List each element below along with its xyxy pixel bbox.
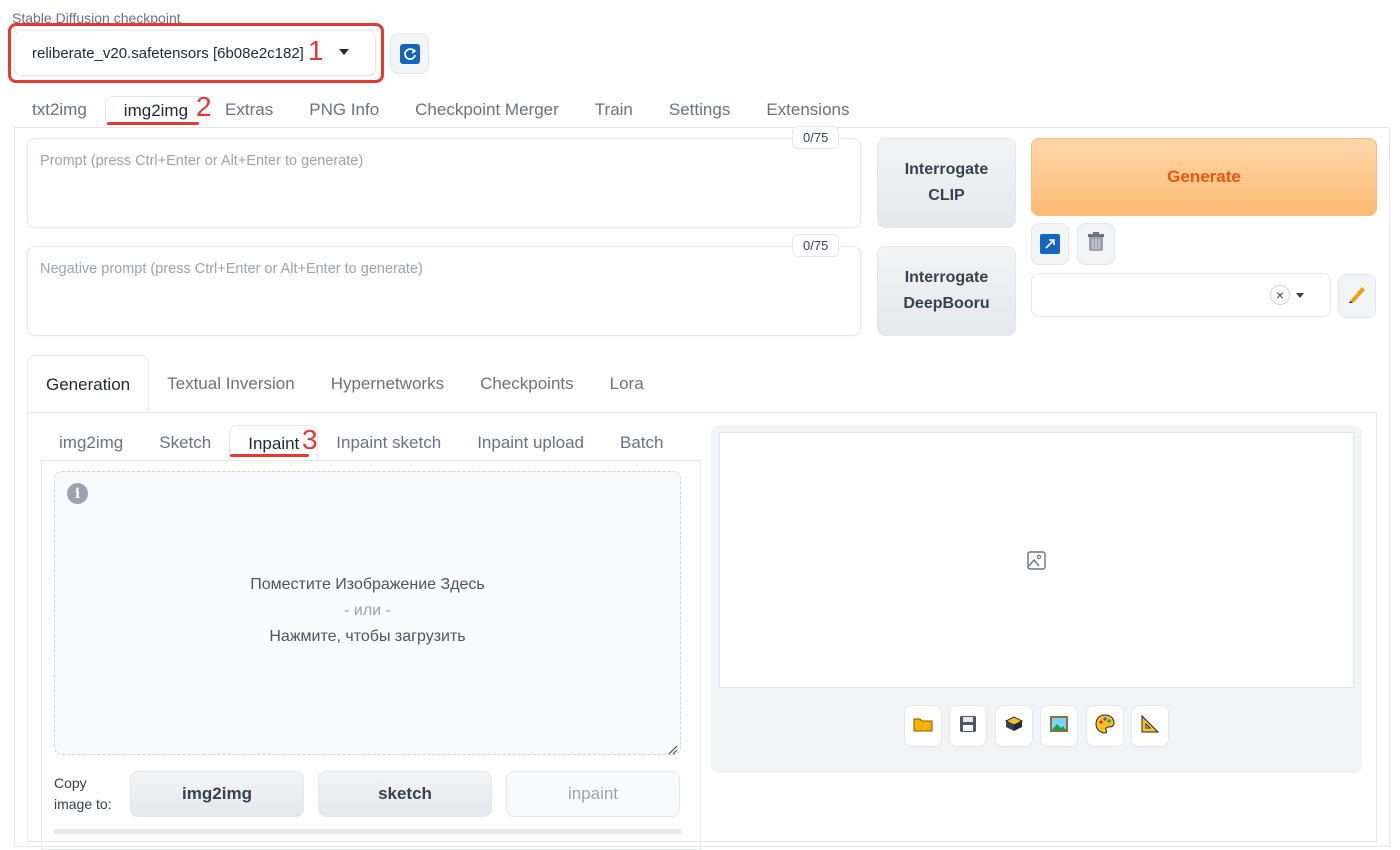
prompt-input[interactable]: Prompt (press Ctrl+Enter or Alt+Enter to… [27,138,861,228]
save-icon [959,715,977,738]
copy-label-line2: image to: [54,796,112,812]
drop-zone-text: Поместите Изображение Здесь [250,576,485,593]
image-placeholder-icon [1027,551,1046,575]
img2img-mode-tabs: img2img Sketch Inpaint Inpaint sketch In… [41,425,682,461]
pencil-icon [1346,283,1368,310]
tab-extras[interactable]: Extras [207,96,291,126]
annotation-number-3: 3 [302,424,318,455]
annotation-box-1 [8,23,384,83]
tab-mode-sketch[interactable]: Sketch [141,425,229,461]
chevron-down-icon[interactable] [1296,293,1304,298]
archive-icon [1004,715,1024,738]
resize-handle-icon[interactable] [668,742,678,755]
triangle-ruler-icon [1140,714,1160,739]
next-control [54,829,681,834]
drop-zone-or: - или - [344,602,391,619]
palette-icon [1095,713,1115,739]
tab-lora[interactable]: Lora [592,355,662,413]
info-icon[interactable]: i [67,483,88,504]
copy-to-inpaint-button[interactable]: inpaint [506,771,680,817]
annotation-underline-3 [230,454,309,457]
tab-checkpoints[interactable]: Checkpoints [462,355,592,413]
tab-png-info[interactable]: PNG Info [291,96,397,126]
annotation-underline-2 [107,122,199,125]
tab-hypernetworks[interactable]: Hypernetworks [313,355,462,413]
trash-icon [1086,231,1106,258]
negative-prompt-input[interactable]: Negative prompt (press Ctrl+Enter or Alt… [27,246,861,336]
send-to-inpaint-button[interactable] [1086,705,1124,747]
tab-checkpoint-merger[interactable]: Checkpoint Merger [397,96,577,126]
clear-prompt-button[interactable] [1077,223,1115,265]
edit-styles-button[interactable] [1338,274,1376,318]
refresh-checkpoint-button[interactable] [390,33,429,74]
picture-icon [1049,715,1069,738]
tab-settings[interactable]: Settings [651,96,748,126]
clear-style-icon[interactable]: × [1270,285,1290,305]
send-to-extras-button[interactable] [1131,705,1169,747]
tab-txt2img[interactable]: txt2img [14,96,105,126]
annotation-number-2: 2 [196,91,212,122]
interrogate-deepbooru-button[interactable]: Interrogate DeepBooru [877,246,1016,336]
arrow-icon [1040,234,1060,254]
send-to-img2img-button[interactable] [1040,705,1078,747]
tab-mode-img2img[interactable]: img2img [41,425,141,461]
zip-button[interactable] [995,705,1033,747]
negative-prompt-token-counter: 0/75 [792,234,840,257]
tab-generation[interactable]: Generation [27,355,150,413]
tab-mode-inpaint-sketch[interactable]: Inpaint sketch [318,425,459,461]
tab-mode-batch[interactable]: Batch [602,425,681,461]
open-folder-button[interactable] [904,705,942,747]
prompt-token-counter: 0/75 [792,126,840,149]
annotation-number-1: 1 [308,35,324,66]
tab-mode-inpaint-upload[interactable]: Inpaint upload [459,425,602,461]
tab-extensions[interactable]: Extensions [748,96,867,126]
generate-button[interactable]: Generate [1031,138,1377,216]
paste-params-button[interactable] [1031,223,1069,265]
copy-to-sketch-button[interactable]: sketch [318,771,492,817]
refresh-icon [399,43,420,64]
save-button[interactable] [949,705,987,747]
tab-textual-inversion[interactable]: Textual Inversion [149,355,313,413]
extra-networks-tabs: Generation Textual Inversion Hypernetwor… [27,355,662,413]
folder-icon [913,716,933,737]
copy-image-label: Copy image to: [54,773,112,815]
tab-train[interactable]: Train [577,96,651,126]
interrogate-clip-button[interactable]: Interrogate CLIP [877,138,1016,228]
copy-to-img2img-button[interactable]: img2img [130,771,304,817]
copy-label-line1: Copy [54,775,87,791]
drop-zone-click: Нажмите, чтобы загрузить [269,628,466,645]
